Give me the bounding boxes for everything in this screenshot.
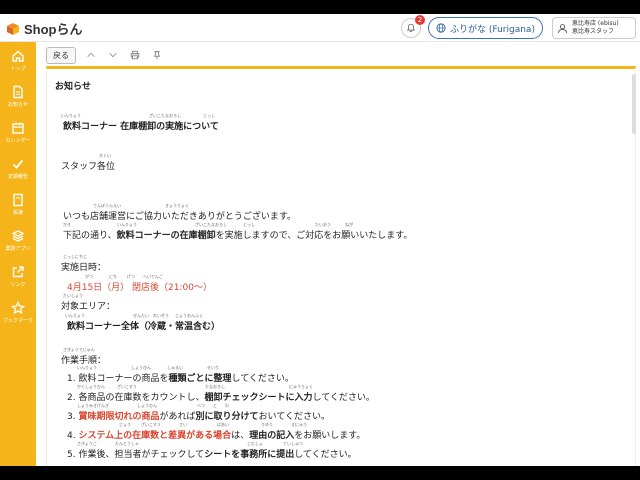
user-staff-name: 恵比寿スタッフ [572,28,615,35]
external-link-icon [12,265,24,277]
step-4-warning: システム上の在庫数と差異がある場合 [78,431,232,441]
paragraph-1: いつも店舗運営にご協力いただきありがとうございます。 [63,212,296,222]
home-icon [12,50,24,62]
date-label: 実施日時： [61,263,107,273]
check-icon [12,159,24,169]
step-3-warning: 賞味期限切れの商品 [78,412,160,422]
print-icon[interactable] [128,48,142,62]
sidebar-item-ledger[interactable]: 帳簿 [0,186,36,222]
step-2-lead: 2. 各商品の在庫数をカウントし、 [67,393,205,403]
sidebar-item-top[interactable]: トップ [0,42,36,78]
step-2-tail: してください。 [312,393,375,403]
date-value: 4月15日（月） 閉店後（21:00〜） [67,283,212,293]
pin-icon[interactable] [150,48,164,62]
notification-count-badge: 2 [415,15,425,25]
step-4-number: 4. [67,431,79,441]
user-avatar-icon [557,23,568,33]
content-toolbar: 戻る [46,44,636,66]
step-5-tail: してください。 [294,450,357,460]
sidebar-item-reports[interactable]: 定期報告 [0,150,36,186]
star-icon [11,300,25,314]
step-1-emphasis: 種類ごとに整理 [168,374,232,384]
sidebar-item-label: トップ [10,65,26,72]
book-icon [13,193,23,206]
step-2: 2. 各商品の在庫数をカウントし、棚卸チェックシートに入力してください。 [67,390,375,403]
step-4: 4. システム上の在庫数と差異がある場合は、理由の記入をお願いします。 [67,428,365,441]
step-5: 5. 作業後、担当者がチェックしてシートを事務所に提出してください。 [67,447,357,460]
paragraph-2-tail: を実施しますので、ご対応をお願いいたします。 [215,231,413,241]
sidebar-item-label: 帳簿 [12,209,23,216]
greeting-text: スタッフ各位 [61,162,116,172]
paragraph-2-lead: 下記の通り、 [63,231,117,241]
sidebar-item-label: 定期報告 [7,173,28,180]
step-3-number: 3. [67,412,79,422]
layers-icon [11,229,25,242]
furigana-toggle-label: ふりがな (Furigana) [450,24,535,35]
bell-icon [406,23,416,33]
step-3: 3. 賞味期限切れの商品があれば別に取り分けておいてください。 [67,409,330,422]
sidebar-item-label: ブックマーク [2,317,33,324]
furigana-toggle-button[interactable]: ふりがな (Furigana) [428,17,543,39]
step-4-tail: をお願いします。 [294,431,366,441]
document-icon [13,85,23,98]
step-4-mid: は、 [231,431,250,441]
sidebar-item-notices[interactable]: お知らせ [0,78,36,114]
content-scrollbar[interactable] [632,74,636,134]
app-logo[interactable]: Shopらん [6,19,83,38]
chevron-down-icon[interactable] [106,48,120,62]
user-menu[interactable]: 恵比寿店 (ebisu) 恵比寿スタッフ [552,17,636,39]
sidebar-item-label: リンク [10,281,26,288]
sidebar-item-apps[interactable]: 業務アプリ [0,222,36,258]
section-title: お知らせ [55,82,91,92]
logo-cube-icon [7,22,19,35]
top-bar: Shopらん 2 ふりがな (Furigana) 恵比寿店 (ebisu) 恵比… [0,14,640,42]
chevron-up-icon[interactable] [84,48,98,62]
notice-title: 飲料コーナー 在庫棚卸の実施について [63,122,219,132]
area-label: 対象エリア： [61,302,116,312]
step-1-tail: してください。 [231,374,294,384]
notice-panel: お知らせ いんりょう ざいこたなおろし じっし 飲料コーナー 在庫棚卸の実施につ… [46,66,636,466]
step-1-lead: 1. 飲料コーナーの商品を [67,374,169,384]
step-3-emphasis: 別に取り分けて [195,412,259,422]
app-window: Shopらん 2 ふりがな (Furigana) 恵比寿店 (ebisu) 恵比… [0,14,640,466]
globe-icon [436,23,446,33]
sidebar-item-label: お知らせ [8,101,28,108]
step-5-lead: 5. 作業後、担当者がチェックして [67,450,205,460]
step-2-emphasis: 棚卸チェックシートに入力 [204,393,313,403]
sidebar-item-label: カレンダー [5,137,31,144]
user-store-name: 恵比寿店 (ebisu) [572,20,619,27]
notification-bell[interactable]: 2 [401,15,425,38]
paragraph-2-emphasis: 飲料コーナーの在庫棚卸 [116,231,216,241]
step-4-emphasis: 理由の記入 [249,431,295,441]
sidebar-item-links[interactable]: リンク [0,258,36,294]
calendar-icon [12,122,24,134]
sidebar: トップ お知らせ カレンダー 定期報告 帳簿 業務アプリ リンク ブックマーク [0,42,36,466]
paragraph-2: 下記の通り、飲料コーナーの在庫棚卸を実施しますので、ご対応をお願いいたします。 [63,228,412,241]
sidebar-item-calendar[interactable]: カレンダー [0,114,36,150]
logo-text: Shopらん [24,22,83,37]
step-3-mid: があれば [159,412,196,422]
sidebar-item-bookmarks[interactable]: ブックマーク [0,294,36,330]
step-5-emphasis: シートを事務所に提出 [204,450,295,460]
step-3-tail: おいてください。 [258,412,330,422]
area-value: 飲料コーナー全体（冷蔵・常温含む） [67,322,221,332]
back-button[interactable]: 戻る [46,46,76,64]
step-1: 1. 飲料コーナーの商品を種類ごとに整理してください。 [67,371,294,384]
sidebar-item-label: 業務アプリ [5,245,31,252]
